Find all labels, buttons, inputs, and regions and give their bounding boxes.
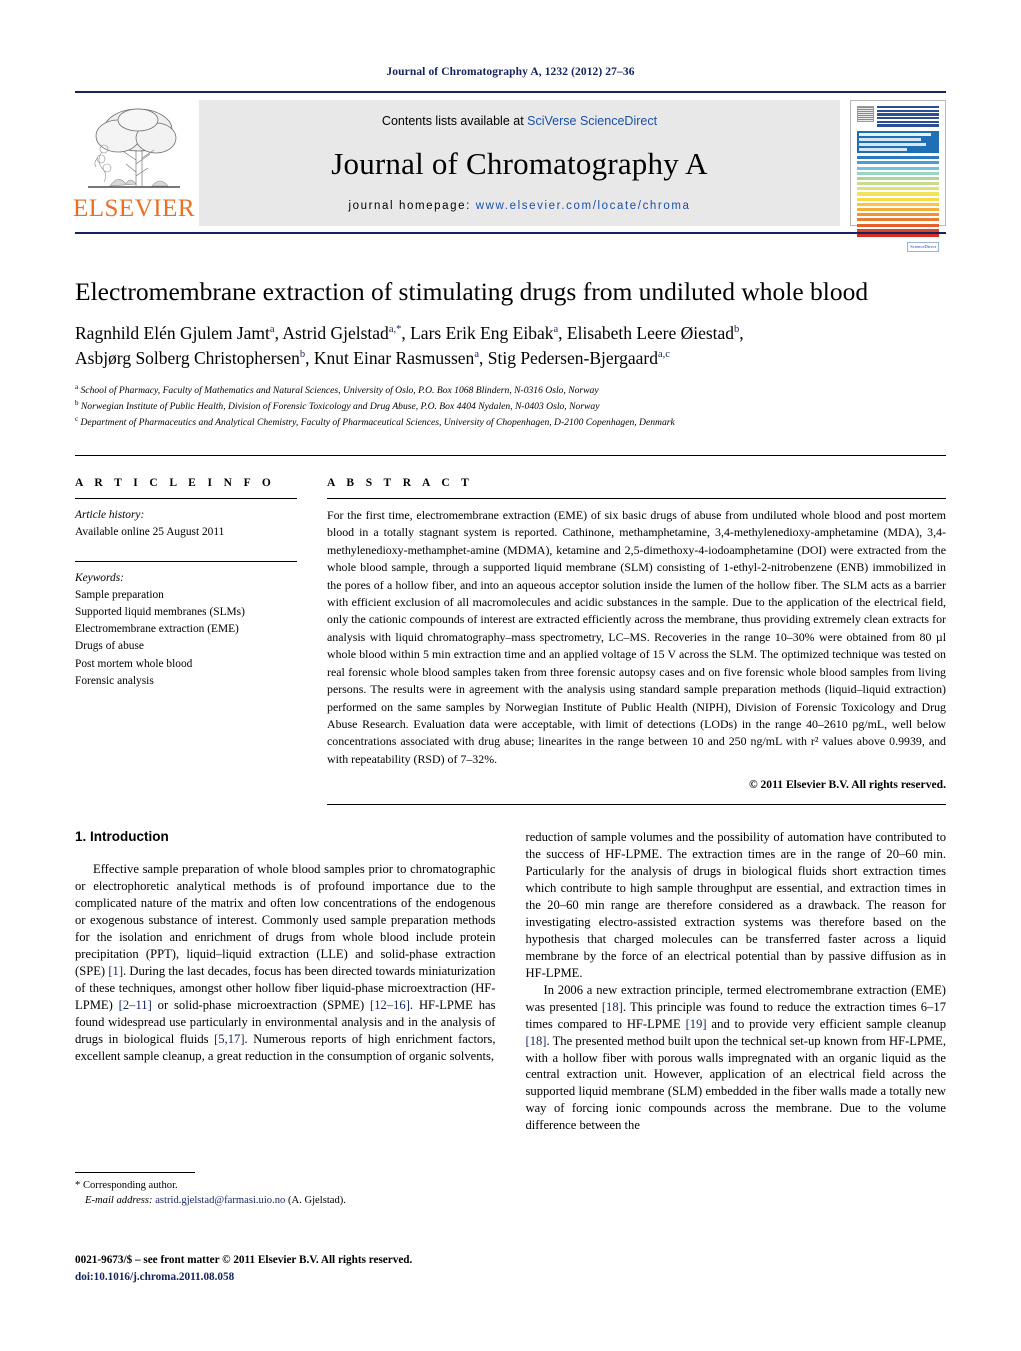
- abstract-divider-bottom: [327, 804, 946, 806]
- elsevier-tree-icon: [80, 102, 188, 198]
- cover-stamp-icon: [857, 106, 874, 122]
- corresponding-author-label: * Corresponding author.: [75, 1180, 178, 1191]
- cover-sciencedirect-badge: ScienceDirect: [907, 242, 939, 253]
- citation-link[interactable]: [5,17]: [214, 1032, 244, 1046]
- cover-color-stripes: [857, 156, 939, 239]
- footnote-area: * Corresponding author. E-mail address: …: [75, 1172, 487, 1208]
- body-right-column: reduction of sample volumes and the poss…: [526, 829, 947, 1134]
- citation-link[interactable]: [2–11]: [119, 998, 152, 1012]
- affiliation-a: a School of Pharmacy, Faculty of Mathema…: [75, 382, 599, 396]
- issn-frontmatter-line: 0021-9673/$ – see front matter © 2011 El…: [75, 1254, 413, 1266]
- info-abstract-row: A R T I C L E I N F O Article history: A…: [75, 477, 946, 806]
- keyword-item: Drugs of abuse: [75, 640, 144, 653]
- homepage-prefix: journal homepage:: [348, 200, 476, 212]
- body-columns: 1. Introduction Effective sample prepara…: [75, 829, 946, 1134]
- citation-link[interactable]: [18]: [602, 1000, 623, 1014]
- section-heading-introduction: 1. Introduction: [75, 829, 169, 845]
- abstract-column: A B S T R A C T For the first time, elec…: [327, 477, 946, 806]
- body-left-column: 1. Introduction Effective sample prepara…: [75, 829, 496, 1134]
- doi-line[interactable]: doi:10.1016/j.chroma.2011.08.058: [75, 1269, 525, 1286]
- email-line: E-mail address: astrid.gjelstad@farmasi.…: [75, 1193, 487, 1208]
- paragraph-intro-left-1: Effective sample preparation of whole bl…: [75, 862, 496, 1063]
- affil-marker: a: [269, 324, 275, 336]
- info-divider-top: [75, 454, 946, 456]
- affil-marker: b: [734, 324, 740, 336]
- corresponding-author-note: * Corresponding author. E-mail address: …: [75, 1178, 487, 1208]
- article-history-label: Article history:: [75, 508, 145, 521]
- paragraph-intro-right-2: In 2006 a new extraction principle, term…: [525, 982, 947, 1133]
- cover-top-row: [857, 106, 939, 128]
- article-history-block: Article history: Available online 25 Aug…: [75, 507, 297, 541]
- abstract-rule: [327, 497, 946, 499]
- affil-marker: a,c: [658, 349, 670, 361]
- cover-blue-bars: [877, 106, 939, 128]
- keyword-item: Electromembrane extraction (EME): [75, 623, 239, 636]
- keywords-block: Keywords: Sample preparation Supported l…: [75, 570, 297, 690]
- elsevier-wordmark: ELSEVIER: [72, 195, 196, 222]
- journal-cover-thumbnail[interactable]: ScienceDirect: [850, 100, 946, 253]
- paragraph-intro-right-1: reduction of sample volumes and the poss…: [525, 830, 947, 980]
- keywords-rule: [75, 561, 297, 563]
- article-info-column: A R T I C L E I N F O Article history: A…: [75, 477, 327, 806]
- article-info-heading: A R T I C L E I N F O: [75, 476, 276, 489]
- contents-prefix: Contents lists available at: [381, 114, 528, 128]
- abstract-heading: A B S T R A C T: [327, 476, 474, 489]
- affil-marker: b: [299, 349, 306, 361]
- article-info-rule: [75, 497, 297, 499]
- affiliation-b: b Norwegian Institute of Public Health, …: [75, 399, 600, 413]
- sciencedirect-link[interactable]: SciVerse ScienceDirect: [527, 114, 657, 128]
- footnote-divider: [75, 1172, 195, 1173]
- running-head: Journal of Chromatography A, 1232 (2012)…: [386, 66, 635, 78]
- citation-link[interactable]: [12–16]: [370, 998, 410, 1012]
- corresponding-author-email[interactable]: astrid.gjelstad@farmasi.uio.no: [155, 1195, 285, 1206]
- keyword-item: Sample preparation: [75, 589, 164, 602]
- affiliations: a School of Pharmacy, Faculty of Mathema…: [75, 382, 946, 431]
- article-page: Journal of Chromatography A, 1232 (2012)…: [0, 0, 1021, 1351]
- article-title: Electromembrane extraction of stimulatin…: [75, 277, 869, 306]
- affil-marker: a,*: [388, 324, 402, 336]
- author-list: Ragnhild Elén Gjulem Jamta, Astrid Gjels…: [75, 323, 744, 368]
- contents-lists-line: Contents lists available at SciVerse Sci…: [382, 114, 657, 128]
- keywords-label: Keywords:: [75, 572, 124, 585]
- journal-homepage-link[interactable]: www.elsevier.com/locate/chroma: [476, 200, 691, 212]
- citation-link[interactable]: [19]: [686, 1017, 707, 1031]
- citation-link[interactable]: [18]: [526, 1034, 547, 1048]
- affil-marker: a: [474, 349, 479, 361]
- abstract-copyright: © 2011 Elsevier B.V. All rights reserved…: [748, 778, 946, 792]
- publisher-logo: ELSEVIER: [72, 100, 196, 226]
- email-suffix: (A. Gjelstad).: [285, 1195, 346, 1207]
- email-label: E-mail address:: [85, 1195, 153, 1207]
- imprint-block: 0021-9673/$ – see front matter © 2011 El…: [75, 1252, 525, 1286]
- journal-masthead: ELSEVIER Contents lists available at Sci…: [72, 91, 946, 253]
- article-history-value: Available online 25 August 2011: [75, 525, 225, 538]
- journal-banner: Contents lists available at SciVerse Sci…: [199, 100, 840, 226]
- keyword-item: Supported liquid membranes (SLMs): [75, 606, 245, 619]
- cover-title-band: [857, 131, 939, 154]
- journal-homepage-line: journal homepage: www.elsevier.com/locat…: [348, 200, 690, 212]
- cover-footer: ScienceDirect: [907, 241, 939, 253]
- keyword-item: Forensic analysis: [75, 674, 154, 687]
- affiliation-c: c Department of Pharmaceutics and Analyt…: [75, 415, 675, 429]
- affil-marker: a: [553, 324, 559, 336]
- keyword-item: Post mortem whole blood: [75, 657, 193, 670]
- journal-title: Journal of Chromatography A: [331, 146, 708, 181]
- citation-link[interactable]: [1]: [108, 964, 123, 978]
- abstract-text: For the first time, electromembrane extr…: [327, 507, 946, 766]
